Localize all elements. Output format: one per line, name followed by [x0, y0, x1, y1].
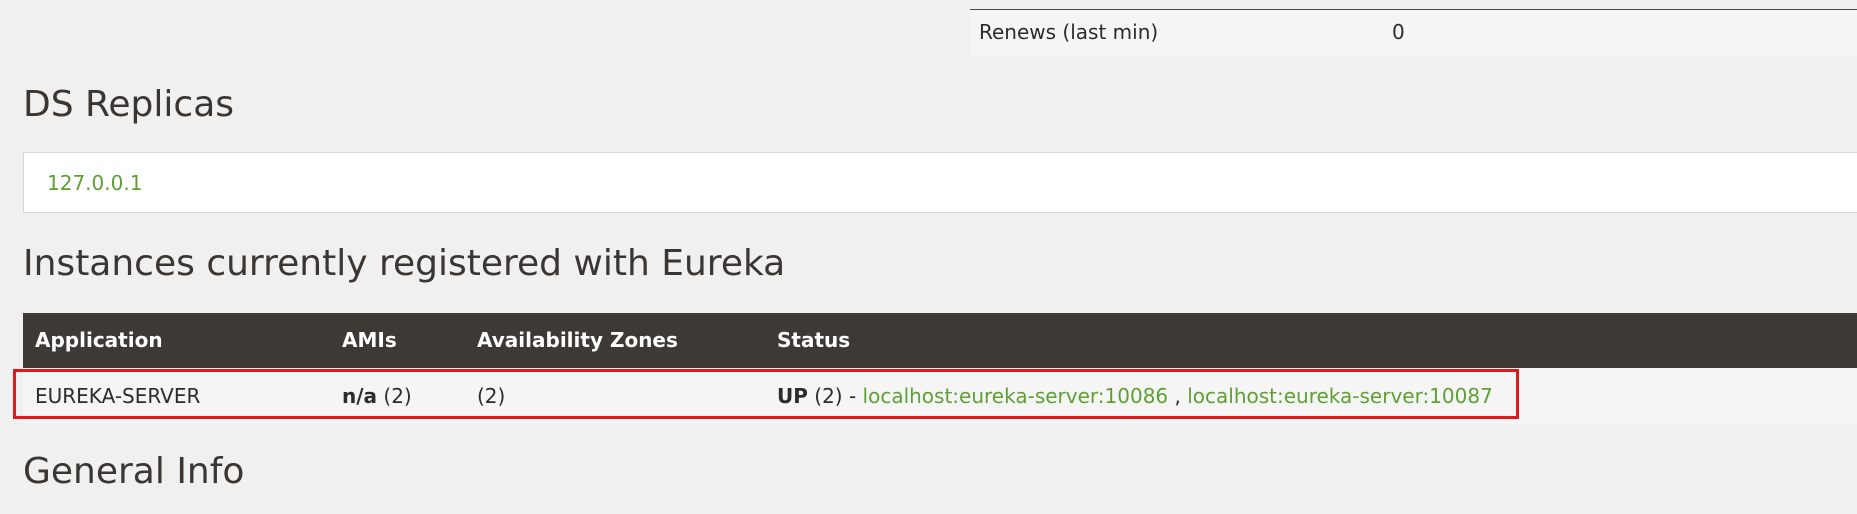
- section-title-ds-replicas: DS Replicas: [23, 84, 235, 125]
- link-separator: ,: [1168, 384, 1188, 408]
- cell-status: UP (2) - localhost:eureka-server:10086 ,…: [777, 384, 1493, 408]
- stats-row-renews: Renews (last min) 0: [970, 9, 1857, 55]
- table-header-row: Application AMIs Availability Zones Stat…: [23, 313, 1857, 368]
- replica-link[interactable]: 127.0.0.1: [47, 171, 142, 195]
- status-count: (2) -: [807, 384, 863, 408]
- stats-label: Renews (last min): [979, 20, 1159, 44]
- table-row: EUREKA-SERVER n/a (2) (2) UP (2) - local…: [23, 368, 1857, 425]
- cell-application: EUREKA-SERVER: [35, 384, 201, 408]
- header-application: Application: [35, 328, 163, 352]
- section-title-general-info: General Info: [23, 451, 245, 492]
- amis-count: (2): [377, 384, 412, 408]
- amis-label: n/a: [342, 384, 378, 408]
- instance-link-10087[interactable]: localhost:eureka-server:10087: [1187, 384, 1493, 408]
- replicas-list: 127.0.0.1: [23, 152, 1857, 213]
- stats-value: 0: [1392, 20, 1405, 44]
- instance-link-10086[interactable]: localhost:eureka-server:10086: [863, 384, 1169, 408]
- header-status: Status: [777, 328, 851, 352]
- section-title-instances: Instances currently registered with Eure…: [23, 243, 786, 284]
- header-availability-zones: Availability Zones: [477, 328, 678, 352]
- cell-amis: n/a (2): [342, 384, 412, 408]
- header-amis: AMIs: [342, 328, 397, 352]
- cell-availability-zones: (2): [477, 384, 506, 408]
- status-label: UP: [777, 384, 808, 408]
